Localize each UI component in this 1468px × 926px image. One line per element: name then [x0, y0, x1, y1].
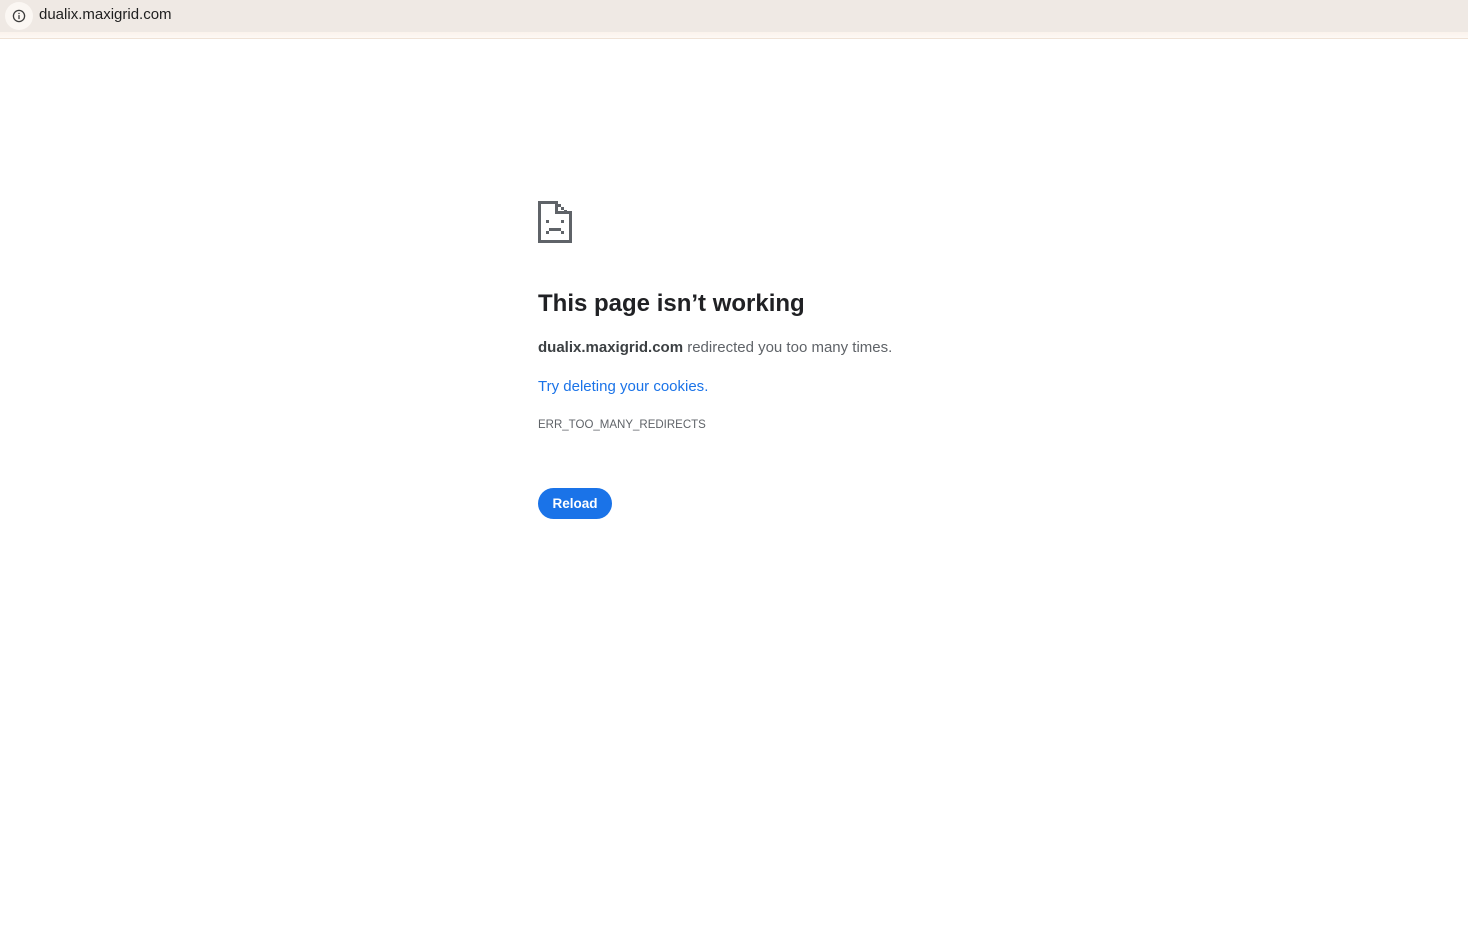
- error-summary: dualix.maxigrid.com redirected you too m…: [538, 338, 892, 358]
- address-bar: dualix.maxigrid.com: [0, 0, 1468, 32]
- sad-page-icon: [538, 201, 572, 245]
- error-code: ERR_TOO_MANY_REDIRECTS: [538, 419, 706, 431]
- toolbar-divider: [0, 32, 1468, 39]
- suggestion: Try deleting your cookies.: [538, 377, 708, 397]
- page-title: This page isn’t working: [538, 290, 805, 317]
- summary-host: dualix.maxigrid.com: [538, 339, 684, 356]
- delete-cookies-link[interactable]: Try deleting your cookies: [538, 378, 704, 395]
- info-circle-icon[interactable]: [5, 2, 33, 30]
- suggestion-period: .: [704, 378, 709, 395]
- reload-button[interactable]: Reload: [538, 488, 612, 519]
- summary-text: redirected you too many times.: [683, 339, 893, 356]
- url-text[interactable]: dualix.maxigrid.com: [39, 6, 172, 24]
